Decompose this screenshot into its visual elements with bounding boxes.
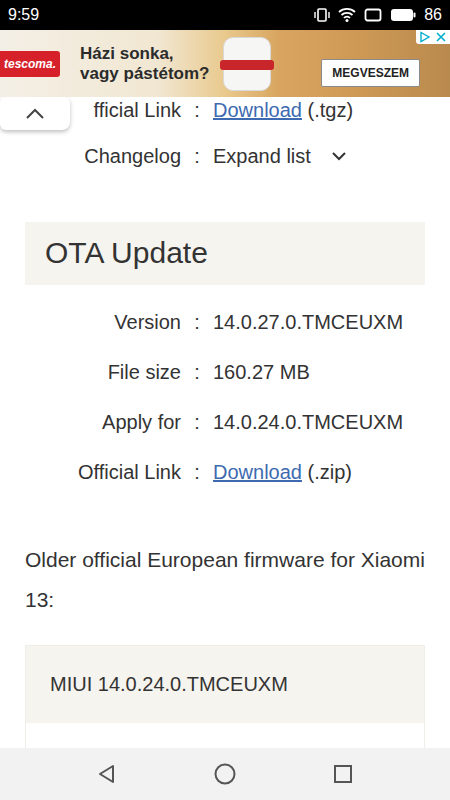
row-separator: : (181, 409, 213, 435)
download-link[interactable]: Download (213, 97, 302, 123)
home-icon[interactable] (213, 762, 237, 786)
ota-row[interactable]: Official Link:Download (.zip) (25, 447, 425, 497)
chevron-icon[interactable] (331, 151, 347, 161)
ad-banner[interactable]: tescoma. Házi sonka,vagy pástétom? MEGVESZ… (0, 30, 450, 97)
row-label: Official Link (25, 459, 181, 485)
battery-level: 86 (424, 3, 442, 27)
row-separator: : (181, 143, 213, 169)
row-value: 14.0.27.0.TMCEUXM (213, 309, 403, 335)
status-bar: 9:59 86 (0, 0, 450, 30)
download-link[interactable]: Download (213, 459, 302, 485)
value-text: 14.0.24.0.TMCEUXM (213, 409, 403, 435)
ad-jar-band (220, 60, 274, 70)
ad-brand[interactable]: tescoma. (0, 51, 60, 77)
info-row[interactable]: fficial Link:Download (.tgz) (25, 97, 425, 123)
row-separator: : (181, 359, 213, 385)
ota-row: Apply for:14.0.24.0.TMCEUXM (25, 397, 425, 447)
ota-row: File size:160.27 MB (25, 347, 425, 397)
ota-rows: Version:14.0.27.0.TMCEUXMFile size:160.2… (25, 297, 425, 497)
battery-icon (390, 8, 416, 22)
ad-buy-button[interactable]: MEGVESZEM (321, 59, 420, 87)
row-separator: : (181, 309, 213, 335)
changelog-row[interactable]: Changelog:Expand list (25, 143, 425, 169)
file-type: (.zip) (308, 459, 352, 485)
row-separator: : (181, 97, 213, 123)
back-icon[interactable] (96, 763, 118, 785)
row-value[interactable]: Download (.zip) (213, 459, 352, 485)
row-label: Changelog (25, 143, 181, 169)
file-type: (.tgz) (308, 97, 354, 123)
ad-choices[interactable] (416, 30, 450, 44)
ad-jar-picture (223, 37, 271, 91)
firmware-title[interactable]: MIUI 14.0.24.0.TMCEUXM (26, 646, 424, 723)
close-icon[interactable] (435, 31, 447, 43)
ota-title: OTA Update (25, 222, 425, 285)
row-separator: : (181, 459, 213, 485)
ad-headline[interactable]: Házi sonka,vagy pástétom? (80, 44, 209, 84)
vibrate-icon (314, 7, 330, 23)
row-value[interactable]: Download (.tgz) (213, 97, 353, 123)
notification-icon (364, 8, 382, 22)
row-value[interactable]: Expand list (213, 143, 347, 169)
navigation-bar (0, 748, 450, 800)
firmware-card[interactable]: MIUI 14.0.24.0.TMCEUXM (25, 645, 425, 748)
status-icons: 86 (314, 3, 442, 27)
firmware-card-body (26, 723, 424, 748)
row-value: 160.27 MB (213, 359, 310, 385)
ad-headline-line[interactable]: Házi sonka, (80, 44, 209, 64)
value-text: 14.0.27.0.TMCEUXM (213, 309, 403, 335)
page-body: fficial Link:Download (.tgz)Changelog:Ex… (0, 97, 450, 748)
clock: 9:59 (8, 3, 39, 27)
older-heading: Older official European firmware for Xia… (25, 540, 425, 620)
row-label: Version (25, 309, 181, 335)
ota-section: OTA UpdateVersion:14.0.27.0.TMCEUXMFile … (25, 222, 425, 497)
row-label: Apply for (25, 409, 181, 435)
value-text: 160.27 MB (213, 359, 310, 385)
ad-info-icon[interactable] (419, 31, 431, 43)
page-content: fficial Link:Download (.tgz)Changelog:Ex… (0, 97, 450, 748)
ota-row: Version:14.0.27.0.TMCEUXM (25, 297, 425, 347)
wifi-icon (338, 7, 356, 23)
value-text[interactable]: Expand list (213, 143, 311, 169)
recents-icon[interactable] (332, 763, 354, 785)
row-value: 14.0.24.0.TMCEUXM (213, 409, 403, 435)
collapse-button[interactable] (0, 97, 70, 130)
ad-headline-line[interactable]: vagy pástétom? (80, 64, 209, 84)
row-label: File size (25, 359, 181, 385)
chevron-up-icon[interactable] (25, 108, 45, 120)
